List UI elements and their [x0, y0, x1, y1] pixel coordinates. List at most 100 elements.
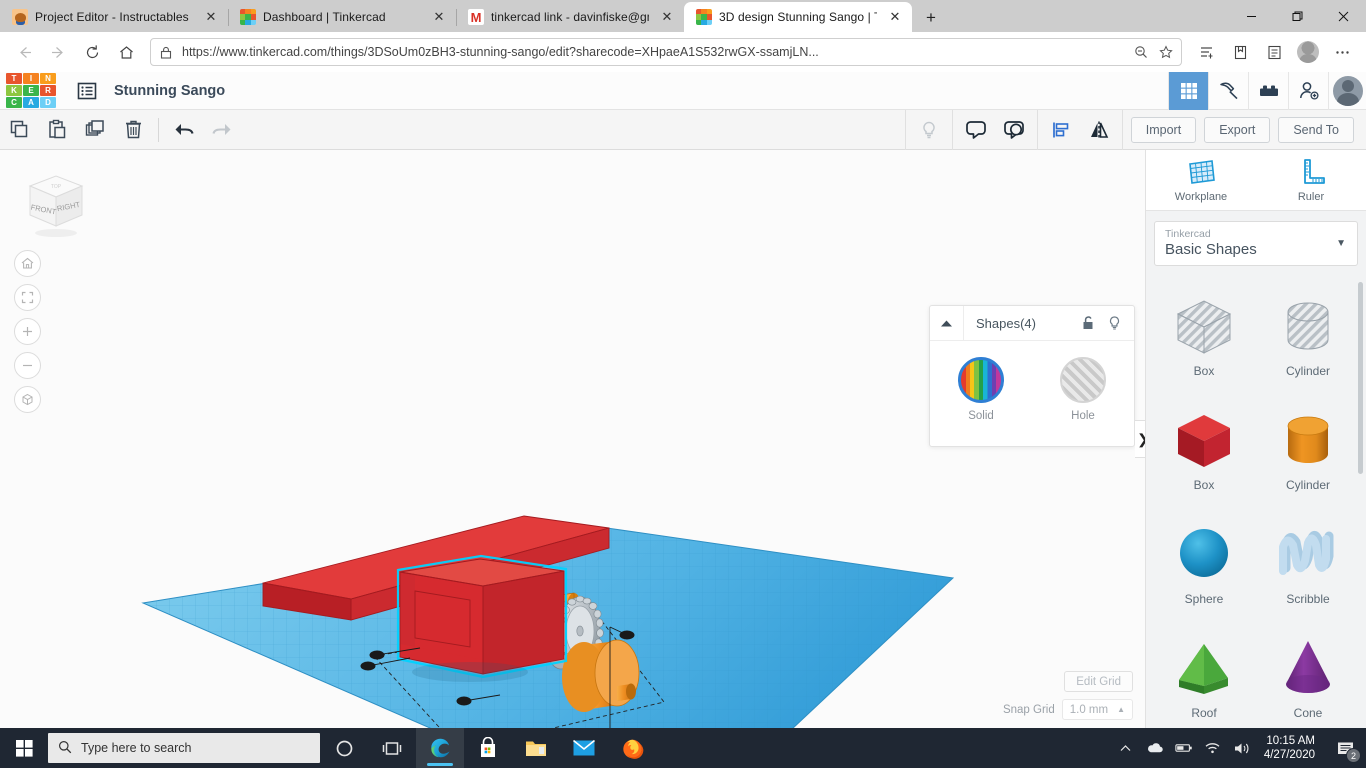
ortho-cube-icon[interactable]: [14, 386, 41, 413]
view-cube[interactable]: FRONT RIGHT TOP: [10, 164, 92, 246]
camera-nav-buttons: [14, 250, 41, 413]
browser-tab-3[interactable]: 3D design Stunning Sango | Tink ✕: [684, 2, 912, 32]
scrollbar-thumb[interactable]: [1358, 281, 1363, 474]
search-icon: [58, 740, 72, 757]
trash-icon[interactable]: [114, 115, 152, 145]
volume-icon[interactable]: [1233, 737, 1251, 759]
tab-close-icon[interactable]: ✕: [428, 6, 450, 28]
fit-frame-icon[interactable]: [14, 284, 41, 311]
shape-item-box[interactable]: Box: [1152, 398, 1256, 510]
action-center-icon[interactable]: 2: [1332, 735, 1361, 763]
shape-item-cylinder[interactable]: Cylinder: [1256, 398, 1360, 510]
settings-more-icon[interactable]: [1326, 36, 1358, 68]
home-button[interactable]: [110, 36, 142, 68]
profile-icon[interactable]: [1292, 36, 1324, 68]
zoom-out-icon[interactable]: [1132, 43, 1150, 61]
onedrive-cloud-icon[interactable]: [1146, 737, 1164, 759]
tab-close-icon[interactable]: ✕: [656, 6, 678, 28]
immersive-reader-icon[interactable]: [1258, 36, 1290, 68]
window-close-button[interactable]: [1320, 0, 1366, 32]
shape-item-roof[interactable]: Roof: [1152, 626, 1256, 728]
svg-text:TOP: TOP: [51, 184, 62, 190]
browser-navigation-bar: https://www.tinkercad.com/things/3DSoUm0…: [0, 32, 1366, 72]
tinkercad-logo[interactable]: T I N K E R C A D: [6, 73, 56, 108]
logo-letter: I: [23, 73, 39, 84]
lightbulb-icon[interactable]: [910, 115, 948, 145]
solid-swatch-icon: [958, 357, 1004, 403]
shape-item-sphere[interactable]: Sphere: [1152, 512, 1256, 624]
refresh-button[interactable]: [76, 36, 108, 68]
task-view-icon[interactable]: [368, 728, 416, 768]
browser-tab-2[interactable]: M tinkercad link - davinfiske@gma ✕: [456, 2, 684, 32]
chevron-up-icon[interactable]: [930, 306, 964, 340]
unlock-icon[interactable]: [1077, 312, 1099, 334]
snap-grid-select[interactable]: 1.0 mm ▲: [1061, 699, 1133, 720]
mail-icon[interactable]: [560, 728, 608, 768]
3d-canvas[interactable]: FRONT RIGHT TOP Shapes(4) Solid Hole Edi…: [0, 150, 1145, 728]
add-person-icon[interactable]: [1288, 71, 1328, 110]
home-icon[interactable]: [14, 250, 41, 277]
copy-button[interactable]: [0, 115, 38, 145]
shape-label: Box: [1193, 477, 1215, 492]
tab-close-icon[interactable]: ✕: [884, 6, 906, 28]
firefox-icon[interactable]: [608, 728, 656, 768]
export-button[interactable]: Export: [1204, 116, 1271, 143]
ungroup-shapes-icon[interactable]: [995, 115, 1033, 145]
wifi-icon[interactable]: [1204, 737, 1222, 759]
shape-item-hole-cylinder[interactable]: Cylinder: [1256, 284, 1360, 396]
new-tab-button[interactable]: +: [916, 4, 946, 32]
send-to-button[interactable]: Send To: [1278, 116, 1354, 143]
shape-library-select[interactable]: Tinkercad Basic Shapes ▼: [1154, 220, 1358, 266]
tinkercad-icon: [240, 9, 256, 25]
file-explorer-icon[interactable]: [512, 728, 560, 768]
favorites-hub-icon[interactable]: [1224, 36, 1256, 68]
address-bar[interactable]: https://www.tinkercad.com/things/3DSoUm0…: [150, 38, 1182, 66]
shape-item-scribble[interactable]: Scribble: [1256, 512, 1360, 624]
gmail-icon: M: [468, 9, 484, 25]
tab-title: tinkercad link - davinfiske@gma: [491, 10, 649, 24]
duplicate-button[interactable]: [76, 115, 114, 145]
workplane-tool[interactable]: Workplane: [1146, 150, 1256, 210]
battery-icon[interactable]: [1175, 737, 1193, 759]
favorite-star-icon[interactable]: [1157, 43, 1175, 61]
browser-tab-0[interactable]: Project Editor - Instructables ✕: [0, 2, 228, 32]
logo-letter: E: [23, 85, 39, 96]
shape-mode-solid[interactable]: Solid: [937, 357, 1025, 422]
paste-button[interactable]: [38, 115, 76, 145]
show-hidden-icons-chevron[interactable]: [1117, 737, 1135, 759]
hammer-tools-icon[interactable]: [1208, 71, 1248, 110]
list-menu-icon[interactable]: [74, 78, 100, 104]
ruler-tool[interactable]: Ruler: [1256, 150, 1366, 210]
microsoft-store-icon[interactable]: [464, 728, 512, 768]
search-input[interactable]: Type here to search: [48, 733, 320, 763]
windows-start-icon[interactable]: [0, 728, 48, 768]
cortana-icon[interactable]: [320, 728, 368, 768]
shape-mode-hole[interactable]: Hole: [1039, 357, 1127, 422]
group-shapes-icon[interactable]: [957, 115, 995, 145]
minimize-button[interactable]: [1228, 0, 1274, 32]
edit-grid-button[interactable]: Edit Grid: [1064, 671, 1133, 692]
blocks-icon[interactable]: [1248, 71, 1288, 110]
lightbulb-icon[interactable]: [1103, 312, 1125, 334]
library-name-label: Basic Shapes: [1165, 240, 1257, 258]
lock-icon: [157, 43, 175, 61]
edge-browser-icon[interactable]: [416, 728, 464, 768]
undo-arrow-icon[interactable]: [165, 115, 203, 145]
grid-gallery-icon[interactable]: [1168, 71, 1208, 110]
collections-icon[interactable]: [1190, 36, 1222, 68]
taskbar-clock[interactable]: 10:15 AM 4/27/2020: [1262, 734, 1321, 762]
redo-arrow-icon[interactable]: [203, 115, 241, 145]
avatar[interactable]: [1328, 71, 1366, 110]
forward-button[interactable]: [42, 36, 74, 68]
mirror-flip-icon[interactable]: [1080, 115, 1118, 145]
import-button[interactable]: Import: [1130, 116, 1197, 143]
tab-close-icon[interactable]: ✕: [200, 6, 222, 28]
plus-icon[interactable]: [14, 318, 41, 345]
shape-item-hole-box[interactable]: Box: [1152, 284, 1256, 396]
shape-item-cone[interactable]: Cone: [1256, 626, 1360, 728]
back-button[interactable]: [8, 36, 40, 68]
minus-icon[interactable]: [14, 352, 41, 379]
maximize-button[interactable]: [1274, 0, 1320, 32]
align-icon[interactable]: [1042, 115, 1080, 145]
browser-tab-1[interactable]: Dashboard | Tinkercad ✕: [228, 2, 456, 32]
